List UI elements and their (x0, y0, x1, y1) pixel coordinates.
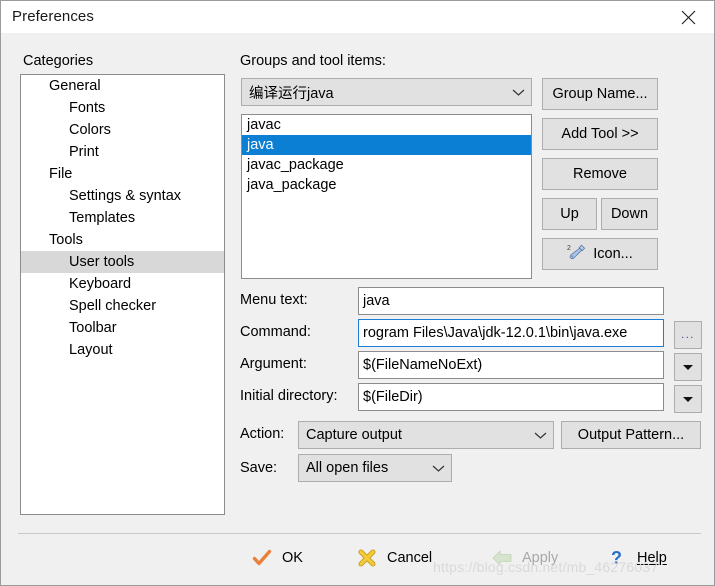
category-item[interactable]: Spell checker (21, 295, 224, 317)
ok-button[interactable]: OK (251, 541, 303, 575)
category-item[interactable]: Tools (21, 229, 224, 251)
category-item[interactable]: Print (21, 141, 224, 163)
tool-list-item[interactable]: javac_package (242, 155, 531, 175)
move-down-button[interactable]: Down (601, 198, 658, 230)
preferences-dialog: Preferences Categories General Fonts Color… (0, 0, 715, 586)
category-item[interactable]: Settings & syntax (21, 185, 224, 207)
category-item[interactable]: Fonts (21, 97, 224, 119)
initial-directory-input[interactable]: $(FileDir) (358, 383, 664, 411)
category-item[interactable]: Colors (21, 119, 224, 141)
cancel-label: Cancel (387, 549, 433, 566)
group-select[interactable]: 编译运行java (241, 78, 532, 106)
groups-label: Groups and tool items: (240, 53, 386, 69)
left-arrow-icon (491, 547, 513, 569)
footer-divider (18, 533, 701, 534)
categories-label: Categories (23, 53, 94, 69)
chevron-down-icon (527, 431, 553, 440)
category-item[interactable]: Templates (21, 207, 224, 229)
help-label: Help (637, 549, 667, 566)
tool-list-item[interactable]: javac (242, 115, 531, 135)
apply-button: Apply (491, 541, 558, 575)
window-title: Preferences (12, 8, 94, 25)
category-item[interactable]: General (21, 75, 224, 97)
svg-text:?: ? (611, 548, 622, 568)
ellipsis-icon: ... (681, 328, 695, 341)
triangle-down-icon (683, 364, 693, 370)
category-item[interactable]: User tools (21, 251, 224, 273)
output-pattern-button[interactable]: Output Pattern... (561, 421, 701, 449)
add-tool-button[interactable]: Add Tool >> (542, 118, 658, 150)
x-mark-icon (356, 547, 378, 569)
category-item[interactable]: Toolbar (21, 317, 224, 339)
initial-directory-dropdown-button[interactable] (674, 385, 702, 413)
argument-input[interactable]: $(FileNameNoExt) (358, 351, 664, 379)
group-select-value: 编译运行java (249, 85, 334, 102)
title-bar: Preferences (1, 1, 714, 34)
command-input[interactable]: rogram Files\Java\jdk-12.0.1\bin\java.ex… (358, 319, 664, 347)
close-icon[interactable] (667, 1, 709, 33)
save-select-value: All open files (306, 460, 389, 476)
help-button[interactable]: ? Help (606, 541, 667, 575)
argument-dropdown-button[interactable] (674, 353, 702, 381)
ok-label: OK (282, 549, 303, 566)
category-item[interactable]: Layout (21, 339, 224, 361)
menu-text-label: Menu text: (240, 292, 308, 308)
cancel-button[interactable]: Cancel (356, 541, 432, 575)
remove-button[interactable]: Remove (542, 158, 658, 190)
chevron-down-icon (505, 88, 531, 97)
checkmark-icon (251, 547, 273, 569)
triangle-down-icon (683, 396, 693, 402)
save-select[interactable]: All open files (298, 454, 452, 482)
category-item[interactable]: File (21, 163, 224, 185)
svg-text:2: 2 (567, 245, 571, 252)
action-select-value: Capture output (306, 427, 402, 443)
apply-label: Apply (522, 549, 559, 566)
tool-items-list[interactable]: javac java javac_package java_package (241, 114, 532, 279)
chevron-down-icon (425, 464, 451, 473)
command-label: Command: (240, 324, 311, 340)
initial-directory-label: Initial directory: (240, 388, 338, 404)
categories-tree[interactable]: General Fonts Colors Print File Settings & sy… (20, 74, 225, 515)
icon-button[interactable]: 2 Icon... (542, 238, 658, 270)
tool-list-item[interactable]: java_package (242, 175, 531, 195)
screwdriver-icon: 2 (567, 243, 587, 265)
menu-text-input[interactable]: java (358, 287, 664, 315)
save-label: Save: (240, 460, 278, 476)
group-name-button[interactable]: Group Name... (542, 78, 658, 110)
action-label: Action: (240, 426, 285, 442)
icon-button-label: Icon... (593, 246, 633, 262)
question-mark-icon: ? (606, 547, 628, 569)
tool-list-item[interactable]: java (242, 135, 531, 155)
command-browse-button[interactable]: ... (674, 321, 702, 349)
category-item[interactable]: Keyboard (21, 273, 224, 295)
move-up-button[interactable]: Up (542, 198, 597, 230)
argument-label: Argument: (240, 356, 307, 372)
action-select[interactable]: Capture output (298, 421, 554, 449)
